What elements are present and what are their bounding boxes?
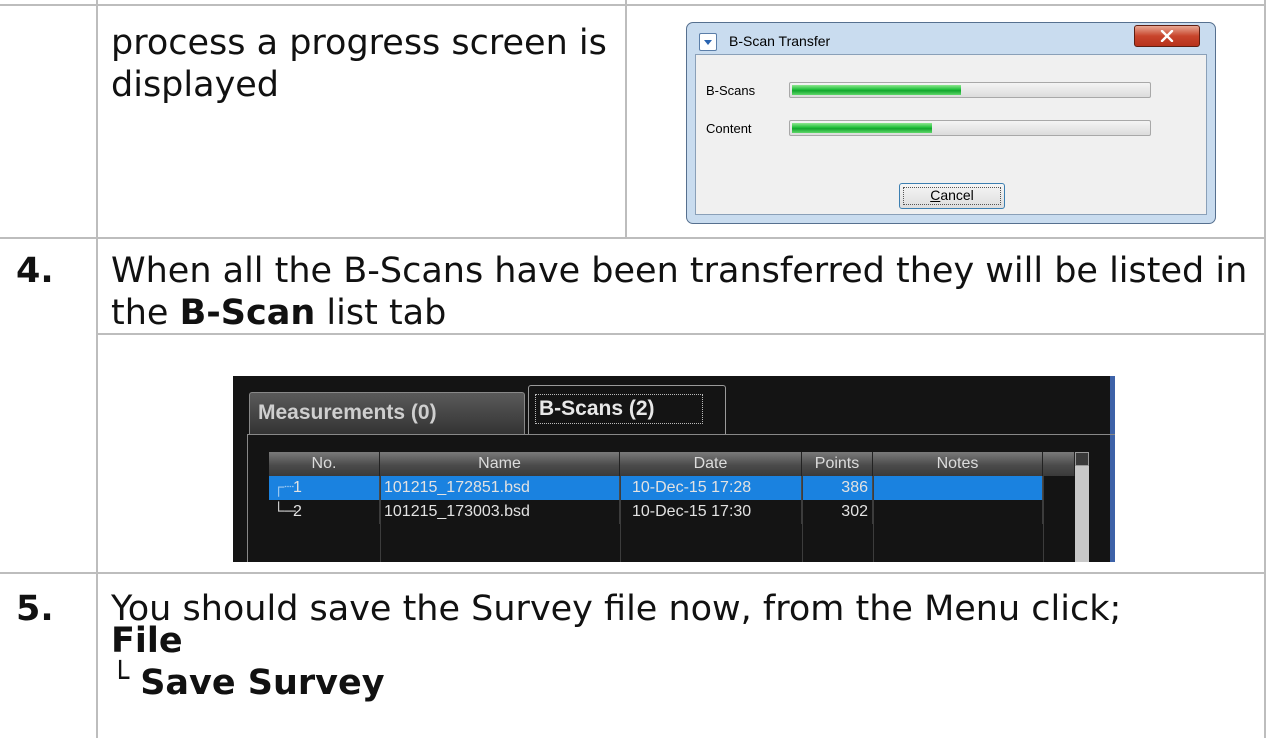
bscans-panel: Measurements (0) B-Scans (2) No. Name Da… — [233, 376, 1115, 562]
step5-text: You should save the Survey file now, fro… — [111, 589, 1122, 629]
tab-measurements[interactable]: Measurements (0) — [249, 392, 525, 434]
col-sep — [1043, 476, 1044, 562]
row2-date: 10-Dec-15 17:30 — [620, 500, 802, 524]
dialog-title: B-Scan Transfer — [729, 33, 831, 49]
tab-underline — [247, 434, 1115, 435]
menu-save-survey: └ Save Survey — [111, 661, 385, 706]
tab-focus-rect — [535, 394, 703, 424]
col-sep — [802, 476, 803, 562]
table-left-border — [96, 0, 98, 738]
col-header-points[interactable]: Points — [802, 452, 873, 476]
table-row[interactable]: └─ 2 101215_173003.bsd 10-Dec-15 17:30 3… — [269, 500, 1043, 524]
row2-notes — [873, 500, 1043, 524]
scroll-up-button[interactable] — [1075, 452, 1089, 466]
tab-left-line — [247, 434, 248, 562]
tree-branch-glyph: └ — [111, 661, 130, 696]
row1-points: 386 — [802, 476, 873, 500]
row2-name: 101215_173003.bsd — [380, 500, 620, 524]
table-top-border — [0, 4, 1266, 6]
col-sep — [620, 476, 621, 562]
row2-points: 302 — [802, 500, 873, 524]
col-header-extra — [1043, 452, 1075, 476]
progress-fill-bscans — [792, 85, 961, 95]
col-sep — [873, 476, 874, 562]
step4-text: When all the B-Scans have been transferr… — [111, 250, 1251, 334]
row1-no: 1 — [293, 476, 380, 500]
close-icon — [1160, 30, 1174, 42]
progress-bar-content — [789, 120, 1151, 136]
vertical-scrollbar[interactable] — [1075, 452, 1089, 562]
tab-bscans[interactable]: B-Scans (2) — [528, 385, 726, 435]
row1-name: 101215_172851.bsd — [380, 476, 620, 500]
table-right-border — [1264, 0, 1266, 738]
step4-text-after: list tab — [315, 293, 447, 333]
col-header-name[interactable]: Name — [380, 452, 620, 476]
menu-file: File — [111, 620, 183, 662]
progress-fill-content — [792, 123, 932, 133]
row2-tree-glyph: └─ — [273, 503, 296, 520]
dialog-body: B-Scans Content Cancel — [695, 54, 1207, 215]
step3-divider — [625, 0, 627, 238]
row1-date: 10-Dec-15 17:28 — [620, 476, 802, 500]
col-sep — [380, 476, 381, 562]
bscan-transfer-dialog: B-Scan Transfer B-Scans Content Cancel — [686, 22, 1216, 224]
col-header-notes[interactable]: Notes — [873, 452, 1043, 476]
step5-number: 5. — [16, 589, 54, 629]
col-header-date[interactable]: Date — [620, 452, 802, 476]
row3-bottom-border — [0, 237, 1266, 239]
row1-notes — [873, 476, 1043, 500]
col-header-no[interactable]: No. — [269, 452, 380, 476]
progress-label-bscans: B-Scans — [706, 83, 756, 98]
focus-rect — [903, 187, 1001, 205]
step3-text: process a progress screen is displayed — [111, 23, 607, 105]
dialog-app-icon — [699, 33, 717, 51]
progress-label-content: Content — [706, 121, 752, 136]
menu-save-survey-label: Save Survey — [140, 663, 385, 703]
menu-file-label: File — [111, 621, 183, 661]
row2-no: 2 — [293, 500, 380, 524]
row4-bottom-border — [0, 572, 1266, 574]
panel-right-border — [1110, 376, 1115, 562]
cancel-button[interactable]: Cancel — [899, 183, 1005, 209]
row1-tree-glyph: ┌┈ — [273, 479, 294, 496]
progress-bar-bscans — [789, 82, 1151, 98]
dialog-close-button[interactable] — [1134, 25, 1200, 47]
step4-bold: B-Scan — [179, 293, 316, 333]
table-row[interactable]: ┌┈ 1 101215_172851.bsd 10-Dec-15 17:28 3… — [269, 476, 1043, 500]
step4-number: 4. — [16, 251, 54, 291]
